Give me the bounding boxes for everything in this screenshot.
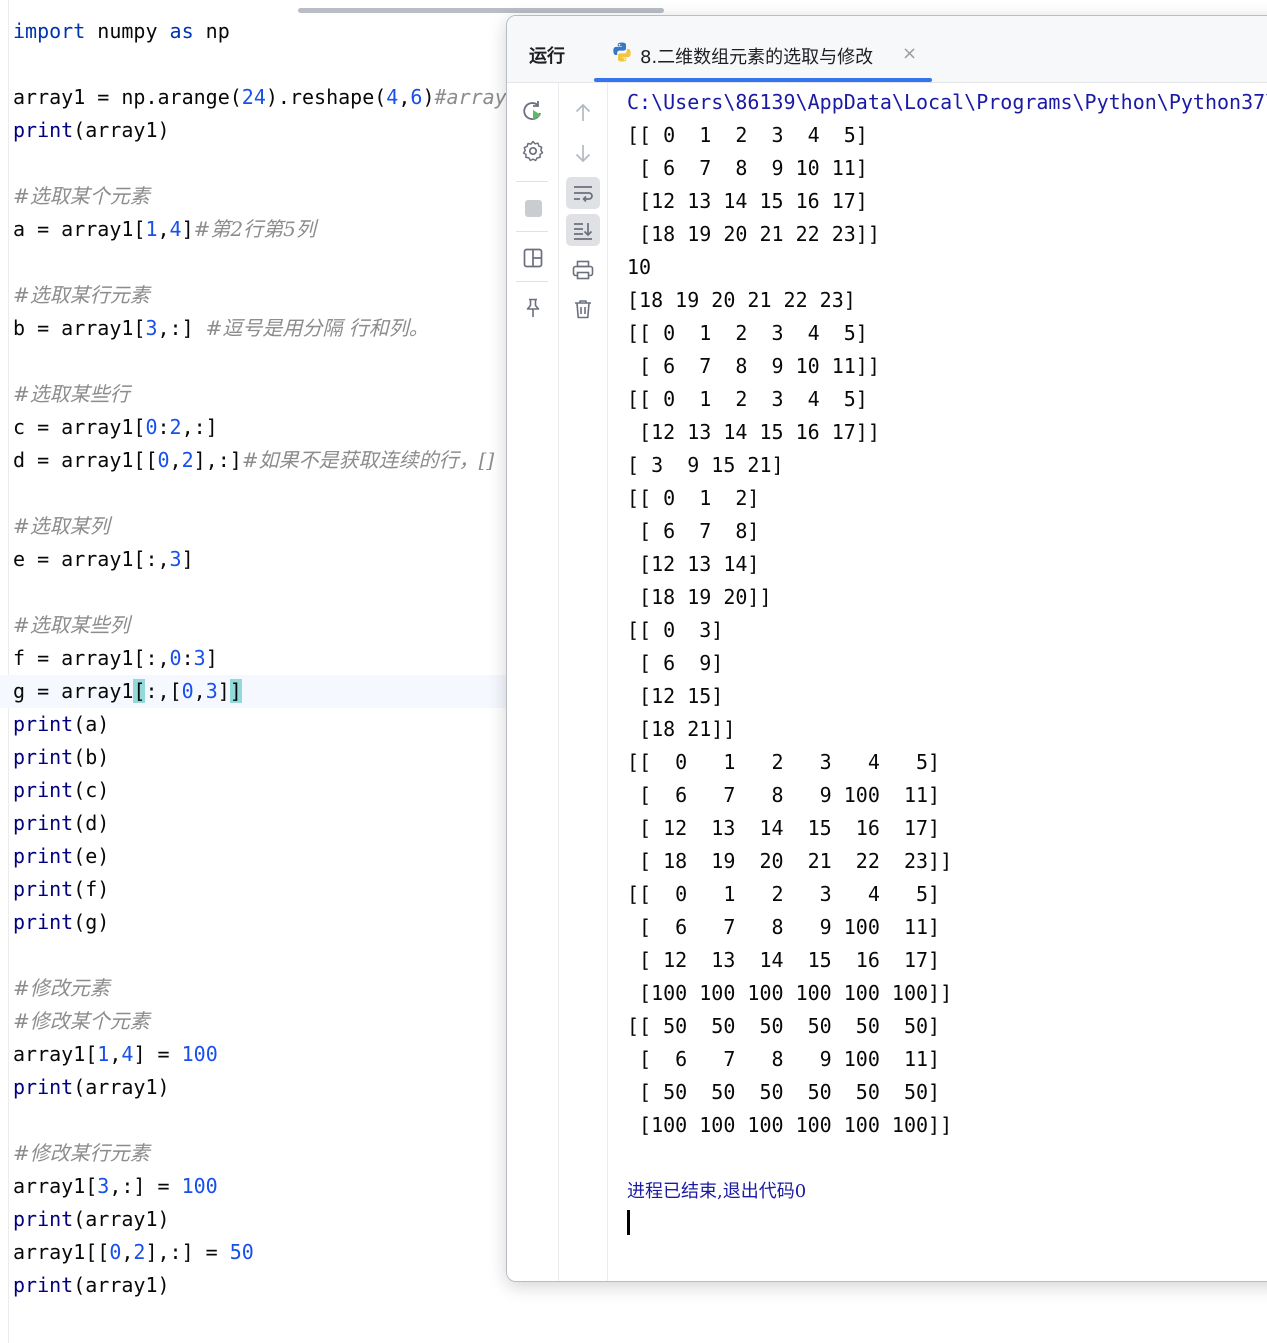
console-output[interactable]: C:\Users\86139\AppData\Local\Programs\Py…	[627, 86, 1267, 1208]
code-line[interactable]: print(array1)	[13, 1269, 507, 1302]
console-line: [100 100 100 100 100 100]]	[627, 981, 953, 1005]
scroll-to-end-icon[interactable]	[566, 214, 600, 246]
code-line[interactable]	[13, 147, 507, 180]
close-tab-icon[interactable]: ×	[902, 43, 917, 64]
console-line: [[ 0 3]	[627, 618, 724, 642]
code-line[interactable]: print(d)	[13, 807, 507, 840]
code-line[interactable]: #修改某个元素	[13, 1005, 507, 1038]
layout-icon[interactable]	[516, 242, 550, 274]
console-line: 10	[627, 255, 652, 279]
code-line[interactable]	[13, 246, 507, 279]
pin-icon[interactable]	[516, 292, 550, 324]
code-line[interactable]	[13, 477, 507, 510]
run-label: 运行	[529, 46, 565, 67]
console-line: [12 15]	[627, 684, 724, 708]
console-line: [ 6 7 8 9 100 11]	[627, 915, 941, 939]
console-line: [[ 0 1 2 3 4 5]	[627, 387, 868, 411]
settings-icon[interactable]	[516, 135, 550, 167]
code-line[interactable]: print(array1)	[13, 1071, 507, 1104]
console-line: [ 6 7 8 9 100 11]	[627, 1047, 941, 1071]
code-line[interactable]: print(array1)	[13, 1203, 507, 1236]
trash-icon[interactable]	[566, 293, 600, 325]
console-line: [ 6 7 8 9 10 11]	[627, 156, 868, 180]
stop-icon[interactable]	[516, 192, 550, 224]
run-header: 运行 8.二维数组元素的选取与修改 ×	[507, 16, 1267, 83]
python-file-icon	[613, 42, 631, 62]
rerun-icon[interactable]	[516, 95, 550, 127]
console-line: [ 6 7 8]	[627, 519, 760, 543]
console-line: C:\Users\86139\AppData\Local\Programs\Py…	[627, 90, 1267, 114]
code-line[interactable]: print(e)	[13, 840, 507, 873]
code-line[interactable]	[13, 1104, 507, 1137]
code-line[interactable]: d = array1[[0,2],:]#如果不是获取连续的行，[]	[13, 444, 507, 477]
console-line: [ 3 9 15 21]	[627, 453, 784, 477]
console-line: 进程已结束,退出代码0	[627, 1181, 807, 1202]
code-line[interactable]: #选取某些行	[13, 378, 507, 411]
console-line: [18 19 20]]	[627, 585, 772, 609]
code-line[interactable]	[13, 48, 507, 81]
code-line[interactable]: b = array1[3,:] #逗号是用分隔 行和列。	[13, 312, 507, 345]
soft-wrap-icon[interactable]	[566, 177, 600, 209]
console-line: [ 6 7 8 9 10 11]]	[627, 354, 880, 378]
run-tool-window: 运行 8.二维数组元素的选取与修改 × C:\Users\86139\AppDa…	[506, 15, 1267, 1282]
code-line[interactable]: #修改某行元素	[13, 1137, 507, 1170]
run-toolbar-secondary	[559, 83, 608, 1281]
code-line[interactable]: g = array1[:,[0,3]]	[0, 675, 506, 708]
down-arrow-icon[interactable]	[566, 137, 600, 169]
console-line: [12 13 14]	[627, 552, 760, 576]
code-line[interactable]: array1[[0,2],:] = 50	[13, 1236, 507, 1269]
print-icon[interactable]	[566, 254, 600, 286]
console-caret	[627, 1210, 630, 1235]
code-line[interactable]: e = array1[:,3]	[13, 543, 507, 576]
console-line: [ 18 19 20 21 22 23]]	[627, 849, 953, 873]
code-line[interactable]: c = array1[0:2,:]	[13, 411, 507, 444]
code-line[interactable]: #修改元素	[13, 972, 507, 1005]
code-line[interactable]: #选取某行元素	[13, 279, 507, 312]
up-arrow-icon[interactable]	[566, 97, 600, 129]
console-line: [18 21]]	[627, 717, 736, 741]
console-line: [18 19 20 21 22 23]	[627, 288, 856, 312]
code-line[interactable]: #选取某列	[13, 510, 507, 543]
horizontal-scrollbar[interactable]	[298, 8, 664, 13]
console-line: [12 13 14 15 16 17]	[627, 189, 868, 213]
code-line[interactable]: f = array1[:,0:3]	[13, 642, 507, 675]
code-line[interactable]	[13, 345, 507, 378]
console-line: [100 100 100 100 100 100]]	[627, 1113, 953, 1137]
console-line: [ 50 50 50 50 50 50]	[627, 1080, 941, 1104]
code-line[interactable]: array1[3,:] = 100	[13, 1170, 507, 1203]
run-toolbar-primary	[507, 83, 559, 1281]
code-line[interactable]: print(g)	[13, 906, 507, 939]
code-line[interactable]: #选取某个元素	[13, 180, 507, 213]
code-line[interactable]: print(f)	[13, 873, 507, 906]
run-tab[interactable]: 8.二维数组元素的选取与修改 ×	[594, 31, 932, 82]
console-line: [[ 50 50 50 50 50 50]	[627, 1014, 941, 1038]
code-line[interactable]	[13, 939, 507, 972]
code-line[interactable]: a = array1[1,4]#第2行第5列	[13, 213, 507, 246]
code-line[interactable]: print(c)	[13, 774, 507, 807]
active-tab-indicator	[594, 78, 932, 82]
code-line[interactable]: #选取某些列	[13, 609, 507, 642]
console-line: [[ 0 1 2 3 4 5]	[627, 321, 868, 345]
console-line: [ 6 9]	[627, 651, 724, 675]
code-line[interactable]: array1[1,4] = 100	[13, 1038, 507, 1071]
gutter-divider	[8, 0, 9, 1343]
console-line: [[ 0 1 2]	[627, 486, 760, 510]
code-line[interactable]: array1 = np.arange(24).reshape(4,6)#arra…	[13, 81, 507, 114]
console-line: [[ 0 1 2 3 4 5]	[627, 750, 941, 774]
console-line: [18 19 20 21 22 23]]	[627, 222, 880, 246]
code-lines: import numpy as np array1 = np.arange(24)…	[0, 15, 507, 1302]
console-line: [[ 0 1 2 3 4 5]	[627, 882, 941, 906]
console-line: [ 12 13 14 15 16 17]	[627, 948, 941, 972]
code-line[interactable]: print(a)	[13, 708, 507, 741]
code-line[interactable]: print(array1)	[13, 114, 507, 147]
tab-title: 8.二维数组元素的选取与修改	[640, 47, 874, 68]
code-line[interactable]: print(b)	[13, 741, 507, 774]
console-line: [12 13 14 15 16 17]]	[627, 420, 880, 444]
console-line: [[ 0 1 2 3 4 5]	[627, 123, 868, 147]
code-line[interactable]: import numpy as np	[13, 15, 507, 48]
code-line[interactable]	[13, 576, 507, 609]
console-line: [ 12 13 14 15 16 17]	[627, 816, 941, 840]
console-line: [ 6 7 8 9 100 11]	[627, 783, 941, 807]
